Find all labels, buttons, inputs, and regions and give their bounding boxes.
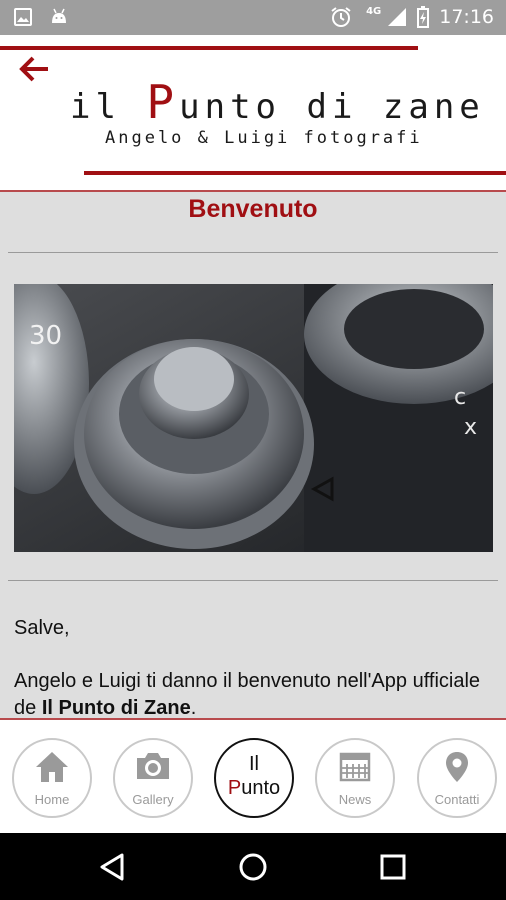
header-divider-top xyxy=(0,46,418,50)
nav-il-punto-button[interactable]: Il Punto xyxy=(214,738,294,818)
nav-contatti-button[interactable]: Contatti xyxy=(417,738,497,818)
greeting-text: Salve, xyxy=(14,617,70,639)
svg-text:x: x xyxy=(464,415,477,440)
title-part-il: il xyxy=(70,87,147,127)
back-arrow-icon[interactable] xyxy=(18,55,52,83)
svg-text:30: 30 xyxy=(29,321,62,351)
svg-text:c: c xyxy=(454,385,466,410)
home-circle-icon[interactable] xyxy=(233,847,273,887)
app-title: il Punto di zane xyxy=(70,75,485,129)
main-content[interactable]: Benvenuto 30 c x Salve, Angelo e Luigi t… xyxy=(0,190,506,720)
location-pin-icon xyxy=(446,752,468,782)
app-subtitle: Angelo & Luigi fotografi xyxy=(105,128,423,148)
battery-charging-icon xyxy=(417,6,430,28)
android-icon xyxy=(52,8,66,23)
calendar-icon xyxy=(339,752,371,782)
page-title: Benvenuto xyxy=(188,195,318,223)
alarm-icon xyxy=(331,7,351,27)
nav-label: Contatti xyxy=(434,792,480,807)
divider xyxy=(8,580,498,581)
nav-il-punto-line2: Punto xyxy=(216,777,292,800)
title-part-rest: unto di zane xyxy=(179,87,485,127)
header-divider-bottom xyxy=(84,171,506,175)
camera-photo-illustration: 30 c x xyxy=(14,284,493,552)
status-bar: 4G 17:16 xyxy=(0,0,506,35)
bottom-navigation: Home Gallery Il Punto News Contatti xyxy=(0,718,506,835)
nav-il-punto-rest: unto xyxy=(241,777,281,799)
intro-end: . xyxy=(190,697,197,719)
nav-il-punto-p: P xyxy=(227,777,242,799)
camera-photo: 30 c x xyxy=(14,284,493,552)
network-type: 4G xyxy=(366,5,382,17)
nav-gallery-button[interactable]: Gallery xyxy=(113,738,193,818)
signal-icon xyxy=(388,8,407,26)
status-time: 17:16 xyxy=(439,6,494,28)
nav-news-button[interactable]: News xyxy=(315,738,395,818)
nav-home-button[interactable]: Home xyxy=(12,738,92,818)
app-header: il Punto di zane Angelo & Luigi fotograf… xyxy=(0,35,506,190)
nav-label: Home xyxy=(34,792,70,807)
system-navigation-bar xyxy=(0,833,506,900)
image-icon xyxy=(14,8,32,26)
title-letter-p: P xyxy=(146,75,180,129)
nav-label: News xyxy=(338,792,372,807)
intro-bold-name: Il Punto di Zane xyxy=(41,697,191,719)
nav-label: Gallery xyxy=(132,792,174,807)
recents-square-icon[interactable] xyxy=(373,847,413,887)
home-icon xyxy=(36,752,68,782)
intro-text: Angelo e Luigi ti danno il benvenuto nel… xyxy=(14,668,494,720)
camera-icon xyxy=(137,753,169,779)
divider xyxy=(8,252,498,253)
back-triangle-icon[interactable] xyxy=(92,847,132,887)
nav-il-punto-line1: Il xyxy=(249,753,259,775)
